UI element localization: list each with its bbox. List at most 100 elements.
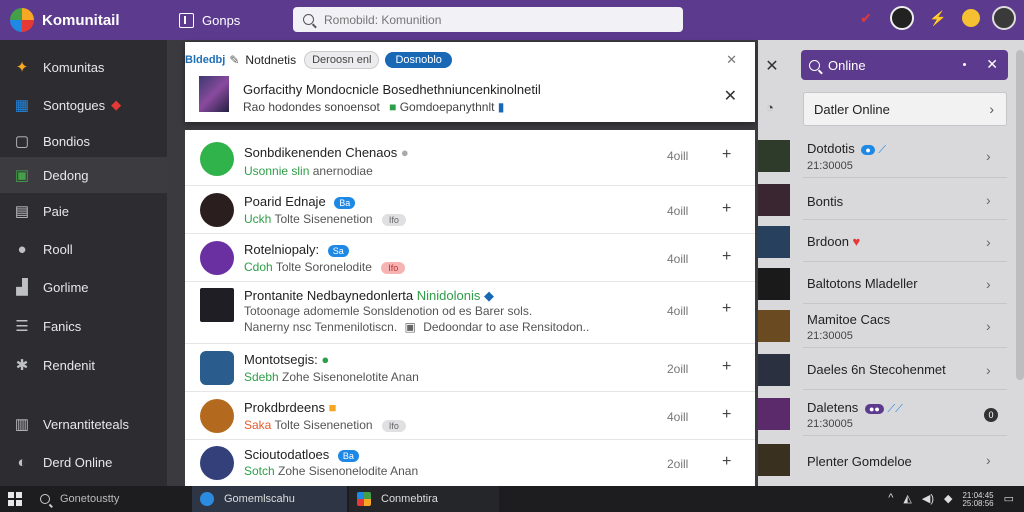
- sidebar-item-sontogues[interactable]: ▦ Sontogues ◆: [0, 87, 167, 123]
- close-icon[interactable]: ✕: [724, 86, 737, 106]
- row-title-green: Ninidolonis: [416, 288, 481, 303]
- add-icon[interactable]: +: [722, 358, 731, 376]
- profile-avatar[interactable]: [992, 6, 1016, 30]
- taskbar-app-1[interactable]: Gomemlscahu: [192, 486, 347, 512]
- sidebar-item-derd-online[interactable]: ◐ Derd Online: [0, 444, 167, 480]
- row-sub-text: Tolte Sisenenetion: [274, 418, 373, 432]
- avatar: [200, 288, 234, 322]
- clear-search-icon[interactable]: ✕: [986, 56, 998, 73]
- notification-subline-link[interactable]: Gomdoepanythnlt: [400, 100, 495, 114]
- online-friend-item[interactable]: Plenter Gomdeloe ›: [758, 438, 1024, 484]
- friend-thumbnail: [758, 140, 790, 172]
- online-friend-item[interactable]: Dotdotis ● ⟋ 21:30005 ›: [758, 136, 1024, 178]
- clock[interactable]: 21:04:45 25:08:56: [962, 492, 993, 508]
- folder-icon: ■: [328, 400, 337, 415]
- list-icon: ☰: [15, 318, 29, 335]
- groups-button[interactable]: Gonps: [179, 12, 240, 28]
- online-friend-item[interactable]: Mamitoe Cacs 21:30005 ›: [758, 306, 1024, 348]
- sidebar-item-komunitas[interactable]: ✦ Komunitas: [0, 49, 167, 85]
- close-panel-icon[interactable]: ✕: [758, 52, 786, 80]
- online-search[interactable]: Online ✕: [801, 50, 1008, 80]
- list-item[interactable]: Scioutodatloes Ba Sotch Zohe Sisenonelod…: [185, 440, 755, 486]
- top-right-icons: ✔ ⚡: [854, 6, 1016, 30]
- volume-icon[interactable]: ◀): [922, 492, 934, 508]
- chat-icon: ●: [17, 240, 27, 258]
- language-icon[interactable]: ◆: [944, 492, 952, 508]
- notification-center-icon[interactable]: ▭: [1004, 492, 1014, 508]
- add-icon[interactable]: +: [722, 300, 731, 318]
- notification-pill[interactable]: Deroosn enl: [304, 51, 380, 69]
- row-chip: Ifo: [381, 213, 406, 226]
- taskbar-search[interactable]: Gonetoustty: [40, 493, 170, 505]
- list-item[interactable]: Prontanite Nedbaynedonlerta Ninidolonis …: [185, 282, 755, 344]
- online-friend-item[interactable]: Daletens ●● ⟋⟋ 21:30005 0: [758, 392, 1024, 436]
- friend-name: Bontis: [807, 194, 844, 209]
- chevron-right-icon: ›: [986, 452, 991, 468]
- add-icon[interactable]: +: [722, 146, 731, 164]
- dismiss-small-icon[interactable]: ✕: [726, 52, 737, 68]
- row-title: Sonbdikenenden Chenaos ●: [244, 145, 409, 160]
- taskbar-search-label: Gonetoustty: [60, 493, 120, 505]
- online-friend-item[interactable]: Brdoon ♥ ›: [758, 222, 1024, 262]
- online-friend-item[interactable]: Bontis ›: [758, 180, 1024, 220]
- sidebar-item-gorlime[interactable]: ▟ Gorlime: [0, 269, 167, 305]
- add-icon[interactable]: +: [722, 200, 731, 218]
- clock-date: 25:08:56: [962, 499, 994, 508]
- start-icon[interactable]: [8, 492, 22, 506]
- add-icon[interactable]: +: [722, 248, 731, 266]
- sidebar-item-vernantiteteals[interactable]: ▥ Vernantiteteals: [0, 406, 167, 442]
- sidebar-item-fanics[interactable]: ☰ Fanics: [0, 308, 167, 344]
- sidebar-item-dedong[interactable]: ▣ Dedong: [0, 157, 167, 193]
- list-item[interactable]: Rotelniopaly: Sa Cdoh Tolte Soronelodite…: [185, 234, 755, 282]
- sidebar-item-label: Fanics: [43, 318, 82, 334]
- community-icon: ✦: [15, 59, 29, 76]
- bolt-icon[interactable]: ⚡: [926, 6, 950, 30]
- checkmark-icon[interactable]: ✔: [854, 6, 878, 30]
- list-item[interactable]: Montotsegis: ● Sdebh Zohe Sisenonelotite…: [185, 344, 755, 392]
- online-friend-item[interactable]: Baltotons Mladeller ›: [758, 264, 1024, 304]
- search-bar[interactable]: [293, 7, 683, 32]
- chevron-right-icon: ›: [986, 192, 991, 208]
- verified-icon: ●: [321, 352, 330, 367]
- online-dropdown[interactable]: Datler Online ›: [803, 92, 1007, 126]
- taskbar: Gonetoustty Gomemlscahu Conmebtira ^ ◭ ◀…: [0, 486, 1024, 512]
- network-icon[interactable]: ◭: [903, 492, 911, 508]
- list-item[interactable]: Sonbdikenenden Chenaos ● Usonnie slin an…: [185, 130, 755, 186]
- avatar: [200, 142, 234, 176]
- notification-card[interactable]: Bldedbj ✎ Notdnetis Deroosn enl Dosnoblo…: [185, 42, 755, 122]
- row-title: Montotsegis: ●: [244, 352, 329, 367]
- list-item[interactable]: Prokdbrdeens ■ Saka Tolte Sisenenetion I…: [185, 392, 755, 440]
- sidebar-item-rooll[interactable]: ● Rooll: [0, 231, 167, 267]
- search-input[interactable]: [324, 12, 673, 27]
- right-panel-header: ◔ Datler Online ›: [758, 90, 1024, 130]
- friend-thumbnail: [758, 226, 790, 258]
- row-sub-green: Sotch: [244, 464, 275, 478]
- friend-thumbnail: [758, 444, 790, 476]
- sidebar-item-paie[interactable]: ▤ Paie: [0, 193, 167, 229]
- sidebar-item-bondios[interactable]: ▢ Bondios: [0, 123, 167, 159]
- chevron-right-icon: ›: [986, 318, 991, 334]
- taskbar-app-2[interactable]: Conmebtira: [349, 486, 499, 512]
- row-subtitle: Usonnie slin anernodiae: [244, 164, 373, 178]
- list-item[interactable]: Poarid Ednaje Ba Uckh Tolte Sisenenetion…: [185, 186, 755, 234]
- chevron-up-icon[interactable]: ^: [888, 492, 893, 508]
- row-time: 2oill: [667, 457, 689, 471]
- chevron-right-icon: ›: [986, 362, 991, 378]
- search-icon: [40, 494, 50, 504]
- row-time: 4oill: [667, 304, 689, 318]
- notifications-icon[interactable]: [962, 9, 980, 27]
- brand[interactable]: Komunitail: [0, 8, 167, 32]
- badge-icon: ●: [861, 144, 875, 155]
- notification-tag: Bldedbj: [185, 54, 226, 66]
- notification-action-button[interactable]: Dosnoblo: [385, 52, 452, 68]
- square-icon: ▢: [14, 133, 30, 150]
- scrollbar[interactable]: [1016, 50, 1024, 380]
- add-icon[interactable]: +: [722, 453, 731, 471]
- online-friend-item[interactable]: Daeles 6n Stecohenmet ›: [758, 350, 1024, 390]
- groups-icon: ▦: [14, 97, 30, 114]
- add-icon[interactable]: +: [722, 406, 731, 424]
- sidebar-item-rendenit[interactable]: ✱ Rendenit: [0, 347, 167, 383]
- browser-icon: [200, 492, 214, 506]
- user-avatar[interactable]: [890, 6, 914, 30]
- info-icon: ●: [400, 145, 409, 160]
